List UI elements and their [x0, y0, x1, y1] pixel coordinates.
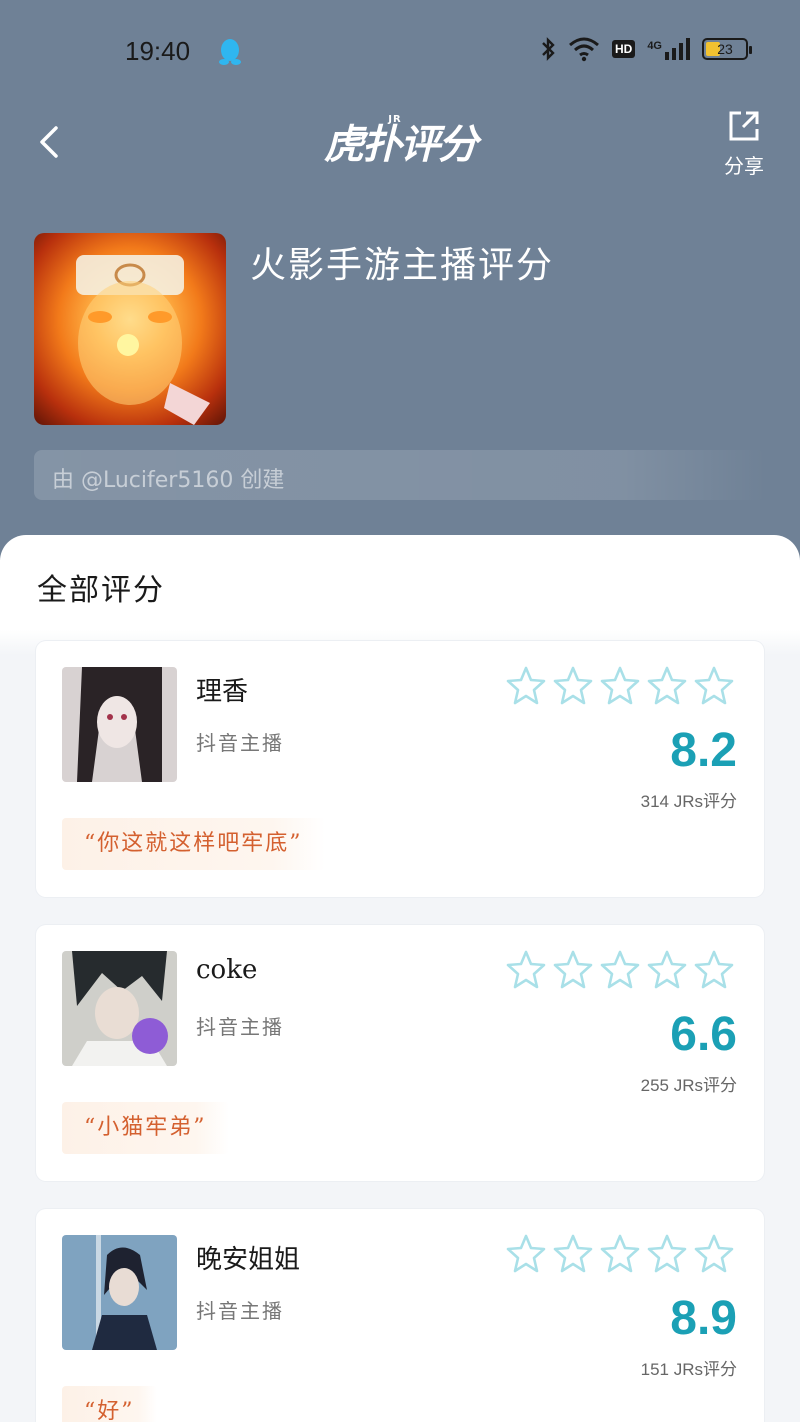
star-icon[interactable] — [506, 665, 546, 705]
app-logo: JR 虎扑评分 — [300, 114, 500, 170]
star-icon[interactable] — [694, 665, 734, 705]
star-icon[interactable] — [694, 949, 734, 989]
star-icon[interactable] — [600, 949, 640, 989]
top-comment[interactable]: “你这就这样吧牢底” — [62, 818, 325, 870]
creator-info[interactable]: 由 @Lucifer5160 创建 — [34, 450, 766, 500]
back-button[interactable] — [30, 118, 70, 166]
share-button[interactable]: 分享 — [716, 108, 772, 180]
section-title: 全部评分 — [37, 573, 165, 608]
star-icon[interactable] — [553, 1233, 593, 1273]
star-rating[interactable] — [506, 949, 734, 989]
star-icon[interactable] — [647, 665, 687, 705]
avatar — [62, 1235, 177, 1350]
avatar — [62, 667, 177, 782]
status-time: 19:40 — [125, 36, 191, 66]
streamer-name: 理香 — [196, 677, 249, 707]
streamer-tag: 抖音主播 — [196, 1299, 284, 1323]
score: 8.2 — [670, 724, 737, 777]
rating-card[interactable]: 理香 抖音主播 8.2 314 JRs评分 “你这就这样吧牢底” — [36, 641, 764, 897]
share-icon — [729, 111, 759, 141]
rating-card[interactable]: coke 抖音主播 6.6 255 JRs评分 “小猫牢弟” — [36, 925, 764, 1181]
rating-count: 314 JRs评分 — [640, 792, 737, 811]
score: 8.9 — [670, 1292, 737, 1345]
star-icon[interactable] — [506, 1233, 546, 1273]
star-icon[interactable] — [553, 665, 593, 705]
star-rating[interactable] — [506, 665, 734, 705]
battery-level: 23 — [717, 41, 733, 57]
streamer-tag: 抖音主播 — [196, 731, 284, 755]
topic-cover-image — [34, 233, 226, 425]
qq-icon — [219, 39, 241, 65]
naruto-portrait-image — [76, 255, 210, 425]
rating-count: 151 JRs评分 — [640, 1360, 737, 1379]
score: 6.6 — [670, 1008, 737, 1061]
signal-bars-icon — [665, 38, 690, 60]
star-icon[interactable] — [506, 949, 546, 989]
chevron-left-icon — [40, 126, 58, 158]
hd-badge: HD — [611, 40, 636, 58]
avatar — [62, 951, 177, 1066]
streamer-name: 晚安姐姐 — [196, 1245, 301, 1275]
star-icon[interactable] — [694, 1233, 734, 1273]
share-label: 分享 — [724, 154, 764, 178]
star-rating[interactable] — [506, 1233, 734, 1273]
ratings-sheet: 全部评分 理香 抖音主播 8.2 314 JRs评分 “你这就这样吧牢底” co… — [0, 535, 800, 1422]
star-icon[interactable] — [647, 949, 687, 989]
top-comment[interactable]: “好” — [62, 1386, 157, 1422]
rating-count: 255 JRs评分 — [640, 1076, 737, 1095]
topic-title: 火影手游主播评分 — [250, 245, 555, 286]
bluetooth-icon — [542, 37, 555, 61]
app-logo-text: 虎扑评分 — [324, 122, 478, 168]
star-icon[interactable] — [553, 949, 593, 989]
rating-card[interactable]: 晚安姐姐 抖音主播 8.9 151 JRs评分 “好” — [36, 1209, 764, 1422]
star-icon[interactable] — [600, 1233, 640, 1273]
signal-icon: 4G — [647, 38, 690, 60]
status-icons: HD 4G 23 — [540, 36, 752, 62]
streamer-tag: 抖音主播 — [196, 1015, 284, 1039]
wifi-icon — [568, 37, 599, 62]
star-icon[interactable] — [647, 1233, 687, 1273]
status-bar: 19:40 HD 4G 23 — [0, 0, 800, 105]
star-icon[interactable] — [600, 665, 640, 705]
streamer-name: coke — [196, 955, 258, 985]
network-label: 4G — [647, 40, 662, 52]
battery-icon: 23 — [702, 38, 752, 60]
top-comment[interactable]: “小猫牢弟” — [62, 1102, 229, 1154]
